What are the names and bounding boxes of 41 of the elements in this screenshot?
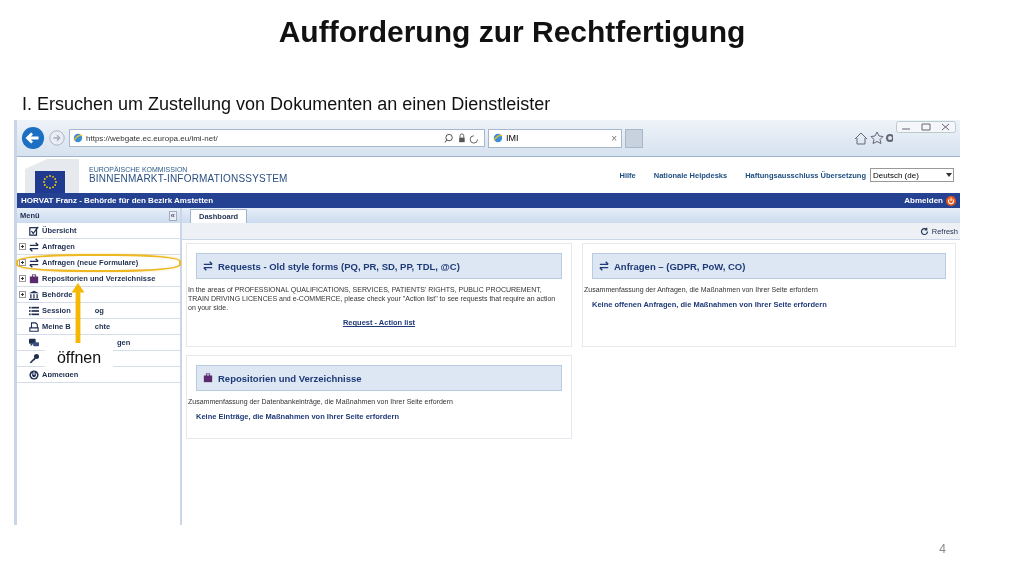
key-icon <box>29 353 39 364</box>
arrows-icon <box>599 261 609 271</box>
power-icon <box>29 369 39 380</box>
caret-icon <box>945 172 953 178</box>
slide-subtitle: I. Ersuchen um Zustellung von Dokumenten an einen Dienstleister <box>22 94 551 115</box>
address-field[interactable]: https://webgate.ec.europa.eu/imi-net/ <box>69 129 485 147</box>
card-title: Requests - Old style forms (PQ, PR, SD, PP, TDL, @C) <box>218 260 460 272</box>
expand-icon[interactable] <box>19 259 26 266</box>
annotation-label: öffnen <box>45 343 113 373</box>
expand-icon[interactable] <box>19 243 26 250</box>
printer-icon <box>29 321 39 332</box>
logout-link[interactable]: Abmelden <box>904 196 943 205</box>
building-icon <box>29 289 39 300</box>
arrows-icon <box>29 241 39 252</box>
tab-title: IMI <box>506 133 519 143</box>
chat-icon <box>29 337 39 348</box>
expand-icon[interactable] <box>19 275 26 282</box>
slide-title: Aufforderung zur Rechtfertigung <box>277 15 747 49</box>
card-title: Repositorien und Verzeichnisse <box>218 372 362 384</box>
globe-icon <box>73 133 83 143</box>
window-buttons[interactable] <box>896 121 956 133</box>
power-icon[interactable] <box>946 195 956 206</box>
briefcase-icon <box>203 373 213 383</box>
refresh-icon[interactable] <box>919 226 929 236</box>
arrows-icon <box>203 261 213 271</box>
page-number: 4 <box>939 542 946 556</box>
system-name: BINNENMARKT-INFORMATIONSSYSTEM <box>89 173 288 184</box>
card-title: Anfragen – (GDPR, PoW, CO) <box>614 260 746 272</box>
collapse-button[interactable]: « <box>168 210 177 221</box>
toolbar-icons[interactable] <box>853 131 893 145</box>
user-name: HORVAT Franz - Behörde für den Bezirk Amstetten <box>21 196 214 205</box>
expand-icon[interactable] <box>19 291 26 298</box>
checkbox-icon <box>29 225 39 236</box>
browser-tab[interactable]: IMI × <box>488 128 622 148</box>
tab-close-button[interactable]: × <box>611 132 617 144</box>
globe-icon <box>493 133 503 143</box>
briefcase-icon <box>29 273 39 284</box>
list-icon <box>29 305 39 316</box>
language-select[interactable]: Deutsch (de) <box>870 168 954 182</box>
back-icon[interactable] <box>21 126 45 150</box>
arrows-icon <box>29 257 39 268</box>
